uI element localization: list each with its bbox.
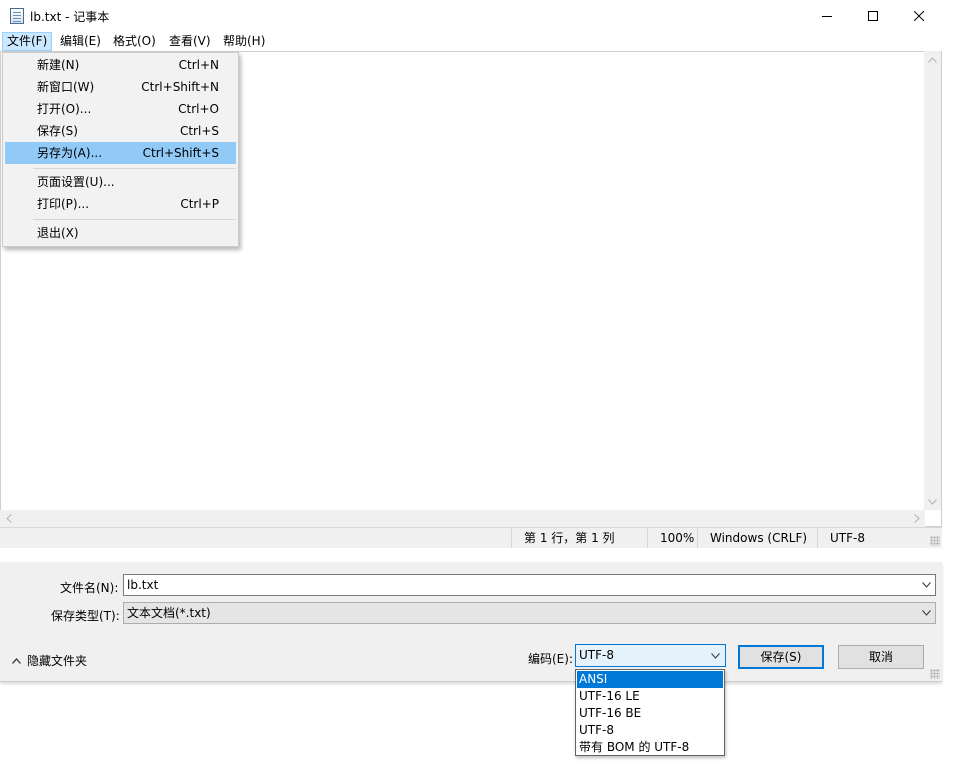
file-menu-print[interactable]: 打印(P)... Ctrl+P — [5, 193, 236, 215]
encoding-option-utf8[interactable]: UTF-8 — [577, 722, 723, 739]
status-bar: 第 1 行，第 1 列 100% Windows (CRLF) UTF-8 — [0, 527, 942, 548]
close-button[interactable] — [896, 0, 942, 31]
encoding-label: 编码(E): — [528, 652, 573, 666]
title-bar[interactable]: lb.txt - 记事本 — [0, 0, 942, 31]
horizontal-scrollbar[interactable] — [0, 510, 925, 527]
menu-format[interactable]: 格式(O) — [108, 32, 161, 51]
file-menu-open[interactable]: 打开(O)... Ctrl+O — [5, 98, 236, 120]
vertical-scrollbar[interactable] — [924, 51, 941, 510]
file-menu-new[interactable]: 新建(N) Ctrl+N — [5, 54, 236, 76]
save-button[interactable]: 保存(S) — [738, 645, 824, 669]
maximize-button[interactable] — [850, 0, 896, 31]
encoding-option-utf8-bom[interactable]: 带有 BOM 的 UTF-8 — [577, 739, 723, 756]
maximize-icon — [868, 10, 878, 21]
window-title: lb.txt - 记事本 — [30, 10, 110, 24]
chevron-down-icon[interactable] — [922, 575, 931, 595]
filetype-select[interactable]: 文本文档(*.txt) — [123, 602, 936, 624]
file-menu-page-setup[interactable]: 页面设置(U)... — [5, 171, 236, 193]
scroll-up-icon[interactable] — [924, 51, 941, 68]
minimize-button[interactable] — [804, 0, 850, 31]
file-menu-dropdown: 新建(N) Ctrl+N 新窗口(W) Ctrl+Shift+N 打开(O)..… — [2, 52, 239, 247]
status-cursor-position: 第 1 行，第 1 列 — [511, 528, 615, 548]
status-zoom: 100% — [647, 528, 694, 548]
menu-view[interactable]: 查看(V) — [164, 32, 216, 51]
cancel-button[interactable]: 取消 — [838, 645, 924, 669]
hide-folders-toggle[interactable]: 隐藏文件夹 — [12, 652, 87, 669]
minimize-icon — [822, 15, 832, 17]
menu-file[interactable]: 文件(F) — [2, 32, 53, 51]
chevron-up-icon — [12, 657, 21, 664]
chevron-down-icon — [711, 645, 720, 666]
menu-bar: 文件(F) 编辑(E) 格式(O) 查看(V) 帮助(H) — [0, 31, 942, 51]
dialog-resize-grip-icon[interactable] — [930, 669, 940, 679]
file-menu-new-window[interactable]: 新窗口(W) Ctrl+Shift+N — [5, 76, 236, 98]
encoding-option-utf16le[interactable]: UTF-16 LE — [577, 688, 723, 705]
filename-label: 文件名(N): — [60, 581, 119, 595]
file-menu-save-as[interactable]: 另存为(A)... Ctrl+Shift+S — [5, 142, 236, 164]
notepad-app-icon — [10, 8, 24, 24]
status-encoding: UTF-8 — [817, 528, 865, 548]
scroll-left-icon[interactable] — [0, 510, 17, 527]
encoding-option-utf16be[interactable]: UTF-16 BE — [577, 705, 723, 722]
filetype-label: 保存类型(T): — [51, 609, 120, 623]
encoding-option-ansi[interactable]: ANSI — [577, 671, 723, 688]
menu-edit[interactable]: 编辑(E) — [55, 32, 106, 51]
status-line-ending: Windows (CRLF) — [697, 528, 807, 548]
encoding-select[interactable]: UTF-8 — [575, 644, 726, 667]
encoding-options-list: ANSI UTF-16 LE UTF-16 BE UTF-8 带有 BOM 的 … — [575, 669, 725, 756]
menu-help[interactable]: 帮助(H) — [218, 32, 270, 51]
scroll-right-icon[interactable] — [908, 510, 925, 527]
menu-separator — [33, 219, 236, 220]
scroll-down-icon[interactable] — [924, 493, 941, 510]
close-icon — [914, 10, 924, 21]
chevron-down-icon — [922, 603, 931, 623]
menu-separator — [33, 168, 236, 169]
file-menu-exit[interactable]: 退出(X) — [5, 222, 236, 244]
save-as-dialog: 文件名(N): lb.txt 保存类型(T): 文本文档(*.txt) 隐藏文件… — [0, 562, 942, 682]
resize-grip-icon[interactable] — [930, 536, 940, 546]
file-menu-save[interactable]: 保存(S) Ctrl+S — [5, 120, 236, 142]
filename-input[interactable]: lb.txt — [123, 574, 936, 596]
